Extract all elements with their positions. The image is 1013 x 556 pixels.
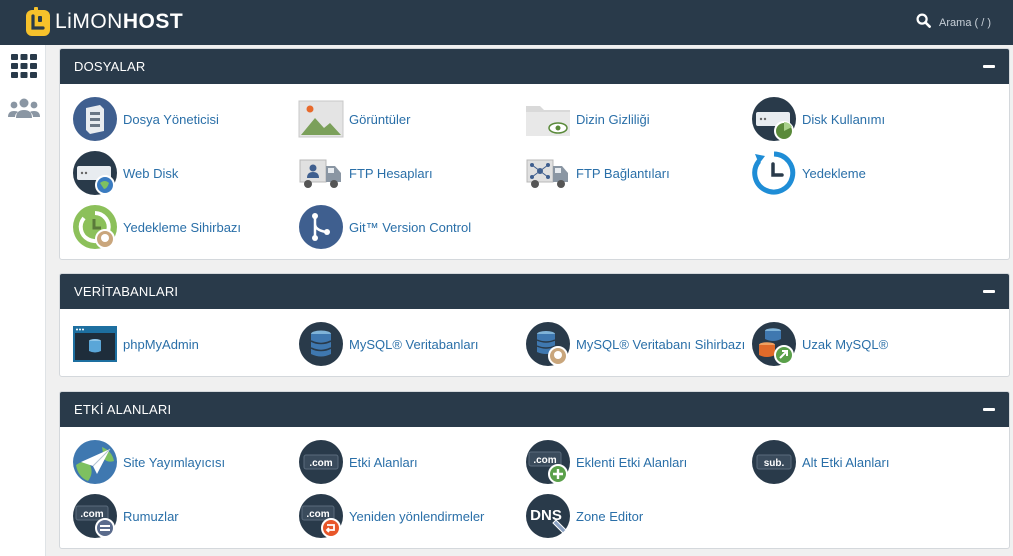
web-disk-link[interactable]: Web Disk [72,150,298,196]
subdomains-icon-text: sub. [764,458,785,469]
remote-mysql-icon [751,321,797,367]
mysql-wizard-label: MySQL® Veritabanı Sihirbazı [576,336,746,352]
zone-editor-link[interactable]: DNS Zone Editor [525,493,751,539]
zone-editor-icon: DNS [525,493,571,539]
directory-privacy-label: Dizin Gizliliği [576,111,650,127]
web-disk-icon [72,150,118,196]
search-box[interactable]: Arama ( / ) [916,13,991,33]
git-label: Git™ Version Control [349,219,472,235]
logo-text: LiMONHOST [55,10,183,34]
subdomains-label: Alt Etki Alanları [802,454,890,470]
directory-privacy-link[interactable]: Dizin Gizliliği [525,96,751,142]
backup-wizard-label: Yedekleme Sihirbazı [123,219,242,235]
disk-usage-icon [751,96,797,142]
mysql-wizard-icon [525,321,571,367]
disk-usage-label: Disk Kullanımı [802,111,886,127]
domains-label: Etki Alanları [349,454,418,470]
panel-title: ETKİ ALANLARI [74,402,172,417]
domains-link[interactable]: .com Etki Alanları [298,439,524,485]
remote-mysql-label: Uzak MySQL® [802,336,889,352]
remote-mysql-link[interactable]: Uzak MySQL® [751,321,977,367]
aliases-label: Rumuzlar [123,508,179,524]
panel-domains: ETKİ ALANLARI Site Yayımlayıcısı .com Et… [59,391,1010,549]
mysql-databases-icon [298,321,344,367]
ftp-connections-icon [525,150,571,196]
collapse-icon[interactable] [983,290,995,293]
ftp-accounts-label: FTP Hesapları [349,165,433,181]
file-manager-label: Dosya Yöneticisi [123,111,219,127]
logo-mark-icon [25,7,51,37]
directory-privacy-icon [525,96,571,142]
aliases-icon-text: .com [80,509,103,520]
site-publisher-label: Site Yayımlayıcısı [123,454,226,470]
git-icon [298,204,344,250]
images-label: Görüntüler [349,111,411,127]
search-icon [916,13,931,33]
images-link[interactable]: Görüntüler [298,96,524,142]
backup-wizard-link[interactable]: Yedekleme Sihirbazı [72,204,298,250]
redirects-link[interactable]: .com Yeniden yönlendirmeler [298,493,524,539]
ftp-accounts-icon [298,150,344,196]
mysql-databases-label: MySQL® Veritabanları [349,336,479,352]
panel-title: VERİTABANLARI [74,284,179,299]
redirects-icon-text: .com [306,509,329,520]
phpmyadmin-label: phpMyAdmin [123,336,199,352]
ftp-accounts-link[interactable]: FTP Hesapları [298,150,524,196]
panel-files: DOSYALAR Dosya Yöneticisi Görüntüler Diz… [59,48,1010,260]
aliases-link[interactable]: .com Rumuzlar [72,493,298,539]
backup-link[interactable]: Yedekleme [751,150,977,196]
panel-databases: VERİTABANLARI phpMyAdmin MySQL® Veritaba… [59,273,1010,377]
sidebar-item-users[interactable] [8,95,40,125]
images-icon [298,96,344,142]
top-bar: LiMONHOST Arama ( / ) [0,0,1013,45]
ftp-connections-label: FTP Bağlantıları [576,165,670,181]
sidebar [0,45,46,556]
subdomains-icon: sub. [751,439,797,485]
logo-prefix: LiMON [55,10,123,33]
collapse-icon[interactable] [983,408,995,411]
apps-grid-icon [11,53,37,83]
addon-domains-icon: .com [525,439,571,485]
file-manager-link[interactable]: Dosya Yöneticisi [72,96,298,142]
mysql-databases-link[interactable]: MySQL® Veritabanları [298,321,524,367]
git-link[interactable]: Git™ Version Control [298,204,524,250]
panel-domains-header[interactable]: ETKİ ALANLARI [60,392,1009,427]
panel-files-header[interactable]: DOSYALAR [60,49,1009,84]
redirects-label: Yeniden yönlendirmeler [349,508,485,524]
addon-domains-link[interactable]: .com Eklenti Etki Alanları [525,439,751,485]
domains-icon-text: .com [309,458,332,469]
backup-icon [751,150,797,196]
site-publisher-icon [72,439,118,485]
addon-domains-label: Eklenti Etki Alanları [576,454,688,470]
panel-title: DOSYALAR [74,59,146,74]
subdomains-link[interactable]: sub. Alt Etki Alanları [751,439,977,485]
site-publisher-link[interactable]: Site Yayımlayıcısı [72,439,298,485]
file-manager-icon [72,96,118,142]
sidebar-item-apps[interactable] [9,53,39,83]
zone-editor-label: Zone Editor [576,508,644,524]
panel-databases-header[interactable]: VERİTABANLARI [60,274,1009,309]
logo-suffix: HOST [122,10,184,33]
search-input[interactable]: Arama ( / ) [939,17,991,29]
redirects-icon: .com [298,493,344,539]
mysql-wizard-link[interactable]: MySQL® Veritabanı Sihirbazı [525,321,751,367]
aliases-icon: .com [72,493,118,539]
phpmyadmin-link[interactable]: phpMyAdmin [72,321,298,367]
ftp-connections-link[interactable]: FTP Bağlantıları [525,150,751,196]
users-icon [8,97,40,124]
collapse-icon[interactable] [983,65,995,68]
phpmyadmin-icon [72,321,118,367]
web-disk-label: Web Disk [123,165,179,181]
domains-icon: .com [298,439,344,485]
logo[interactable]: LiMONHOST [25,7,183,37]
disk-usage-link[interactable]: Disk Kullanımı [751,96,977,142]
backup-wizard-icon [72,204,118,250]
addon-domains-icon-text: .com [533,455,556,466]
backup-label: Yedekleme [802,165,866,181]
